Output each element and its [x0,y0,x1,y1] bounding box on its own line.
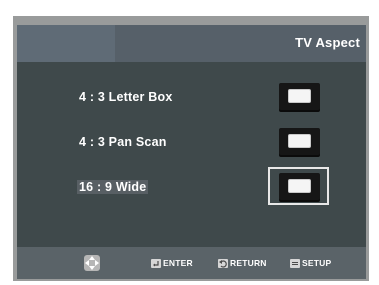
option-label-wide[interactable]: 16 : 9 Wide [77,180,149,194]
radio-button-icon [288,134,311,148]
enter-icon [151,258,161,268]
return-icon [218,258,228,268]
enter-label: ENTER [163,258,193,268]
setup-icon [290,258,300,268]
return-label: RETURN [230,258,267,268]
option-button-pan-scan[interactable] [279,128,320,155]
setup-hint: SETUP [290,257,331,269]
directional-pad-icon [84,255,100,271]
option-button-wide[interactable] [279,173,320,200]
menu-header: TV Aspect [17,25,366,62]
return-hint: RETURN [218,257,267,269]
setup-label: SETUP [302,258,332,268]
enter-hint: ENTER [151,257,193,269]
option-button-letter-box[interactable] [279,83,320,110]
page-title: TV Aspect [295,35,360,50]
radio-button-icon [288,179,311,193]
header-tab-area [17,25,115,62]
radio-button-icon [288,89,311,103]
option-label-pan-scan[interactable]: 4 : 3 Pan Scan [79,135,167,149]
option-label-letter-box[interactable]: 4 : 3 Letter Box [79,90,173,104]
